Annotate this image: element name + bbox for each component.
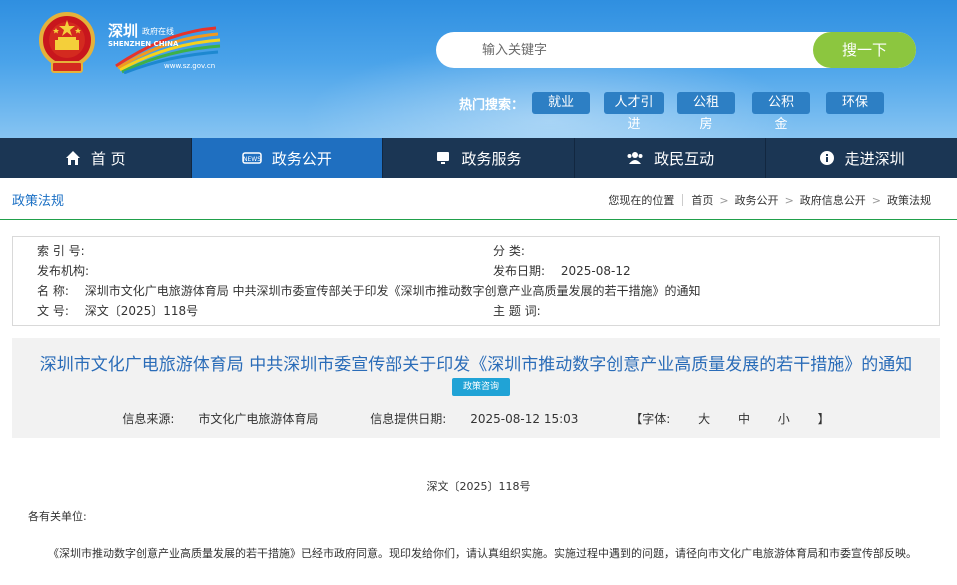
article-title: 深圳市文化广电旅游体育局 中共深圳市委宣传部关于印发《深圳市推动数字创意产业高质… <box>39 355 913 375</box>
logo-cn-subtext: 政府在线 <box>142 27 174 36</box>
info-docno-label: 文 号: <box>37 304 69 318</box>
info-date-label: 发布日期: <box>493 264 546 278</box>
site-header: 深圳 政府在线 SHENZHEN CHINA www.sz.gov.cn 搜一下… <box>0 0 957 138</box>
info-keyword-label: 主 题 词: <box>493 304 541 318</box>
article-provided-label: 信息提供日期: <box>370 412 447 426</box>
breadcrumb-separator: > <box>719 193 729 207</box>
breadcrumb-item-info-disclosure[interactable]: 政府信息公开 <box>800 192 866 208</box>
breadcrumb-item-policies[interactable]: 政策法规 <box>887 192 931 208</box>
breadcrumb-divider <box>682 194 684 206</box>
hot-tag-rencai[interactable]: 人才引进 <box>604 92 664 132</box>
article-meta: 信息来源: 市文化广电旅游体育局 信息提供日期: 2025-08-12 15:03 … <box>12 410 940 427</box>
monitor-icon <box>437 152 450 164</box>
article-source-label: 信息来源: <box>122 412 175 426</box>
info-docno-value: 深文〔2025〕118号 <box>84 304 199 318</box>
breadcrumb-separator: > <box>784 193 794 207</box>
hot-tag-gongzufang[interactable]: 公租房 <box>677 92 735 132</box>
article-header: 深圳市文化广电旅游体育局 中共深圳市委宣传部关于印发《深圳市推动数字创意产业高质… <box>12 338 940 438</box>
breadcrumb-bar: 政策法规 您现在的位置 首页 > 政务公开 > 政府信息公开 > 政策法规 <box>0 178 957 220</box>
hot-search-label: 热门搜索： <box>459 98 525 113</box>
info-row-name: 名 称: 深圳市文化广电旅游体育局 中共深圳市委宣传部关于印发《深圳市推动数字创… <box>37 282 701 300</box>
info-category-label: 分 类: <box>493 244 525 258</box>
article-provided-date: 信息提供日期: 2025-08-12 15:03 <box>358 412 594 426</box>
info-row-keyword: 主 题 词: <box>493 302 553 320</box>
search-button[interactable]: 搜一下 <box>813 32 916 68</box>
font-size-medium-button[interactable]: 中 <box>738 412 750 426</box>
article-provided-value: 2025-08-12 15:03 <box>470 412 579 426</box>
breadcrumb: 您现在的位置 首页 > 政务公开 > 政府信息公开 > 政策法规 <box>608 192 931 208</box>
article-doc-number: 深文〔2025〕118号 <box>426 480 531 493</box>
main-nav: 首 页 NEWS 政务公开 政务服务 政民互动 走进深圳 <box>0 138 957 178</box>
font-size-small-button[interactable]: 小 <box>778 412 790 426</box>
info-name-value: 深圳市文化广电旅游体育局 中共深圳市委宣传部关于印发《深圳市推动数字创意产业高质… <box>84 284 701 298</box>
nav-item-label: 政务服务 <box>461 149 522 168</box>
nav-item-label: 政民互动 <box>654 149 715 168</box>
nav-item-label: 首 页 <box>90 149 126 168</box>
logo-url-text: www.sz.gov.cn <box>164 62 216 70</box>
article-salutation: 各有关单位: <box>28 510 87 523</box>
section-title[interactable]: 政策法规 <box>12 190 64 209</box>
document-info-table: 索 引 号: 分 类: 发布机构: 发布日期: 2025-08-12 名 称: … <box>12 236 940 326</box>
breadcrumb-location-label: 您现在的位置 <box>608 194 675 207</box>
logo-en-text: SHENZHEN CHINA <box>108 40 179 48</box>
nav-item-about-shenzhen[interactable]: 走进深圳 <box>766 138 957 178</box>
search-box: 搜一下 <box>436 32 916 68</box>
article-source: 信息来源: 市文化广电旅游体育局 <box>110 412 334 426</box>
info-issuer-label: 发布机构: <box>37 264 90 278</box>
article-paragraph: 《深圳市推动数字创意产业高质量发展的若干措施》已经市政府同意。现印发给你们，请认… <box>48 547 917 560</box>
news-icon: NEWS <box>242 152 262 164</box>
info-name-label: 名 称: <box>37 284 69 298</box>
nav-item-home[interactable]: 首 页 <box>0 138 192 178</box>
info-row-category: 分 类: <box>493 242 537 260</box>
font-size-end: 】 <box>817 412 830 426</box>
nav-item-government-affairs[interactable]: NEWS 政务公开 <box>191 138 384 178</box>
info-date-value: 2025-08-12 <box>560 264 631 278</box>
info-row-issuer: 发布机构: <box>37 262 101 280</box>
info-row-date: 发布日期: 2025-08-12 <box>493 262 631 280</box>
hot-tag-huanbao[interactable]: 环保 <box>826 92 884 114</box>
font-size-label: 【字体: <box>630 412 671 426</box>
policy-consult-badge[interactable]: 政策咨询 <box>452 378 510 396</box>
info-index-label: 索 引 号: <box>37 244 85 258</box>
svg-text:NEWS: NEWS <box>243 156 261 163</box>
hot-tag-jiuye[interactable]: 就业 <box>532 92 590 114</box>
nav-item-label: 政务公开 <box>271 149 332 168</box>
font-size-control: 【字体: 大 中 小 】 <box>618 412 841 426</box>
nav-item-government-services[interactable]: 政务服务 <box>383 138 575 178</box>
nav-item-public-interaction[interactable]: 政民互动 <box>575 138 767 178</box>
people-icon <box>627 152 643 164</box>
search-input[interactable] <box>482 32 802 68</box>
font-size-large-button[interactable]: 大 <box>698 412 710 426</box>
logo-cn-text: 深圳 <box>108 22 139 40</box>
home-icon <box>65 151 80 165</box>
info-row-index: 索 引 号: <box>37 242 97 260</box>
breadcrumb-item-government-affairs[interactable]: 政务公开 <box>735 192 779 208</box>
nav-item-label: 走进深圳 <box>844 149 905 168</box>
breadcrumb-item-home[interactable]: 首页 <box>691 192 713 208</box>
info-icon <box>819 151 834 165</box>
national-emblem-logo <box>39 12 95 73</box>
hot-tag-gongjijin[interactable]: 公积金 <box>752 92 810 132</box>
info-row-docno: 文 号: 深文〔2025〕118号 <box>37 302 198 320</box>
breadcrumb-separator: > <box>871 193 881 207</box>
article-source-value: 市文化广电旅游体育局 <box>198 412 319 426</box>
